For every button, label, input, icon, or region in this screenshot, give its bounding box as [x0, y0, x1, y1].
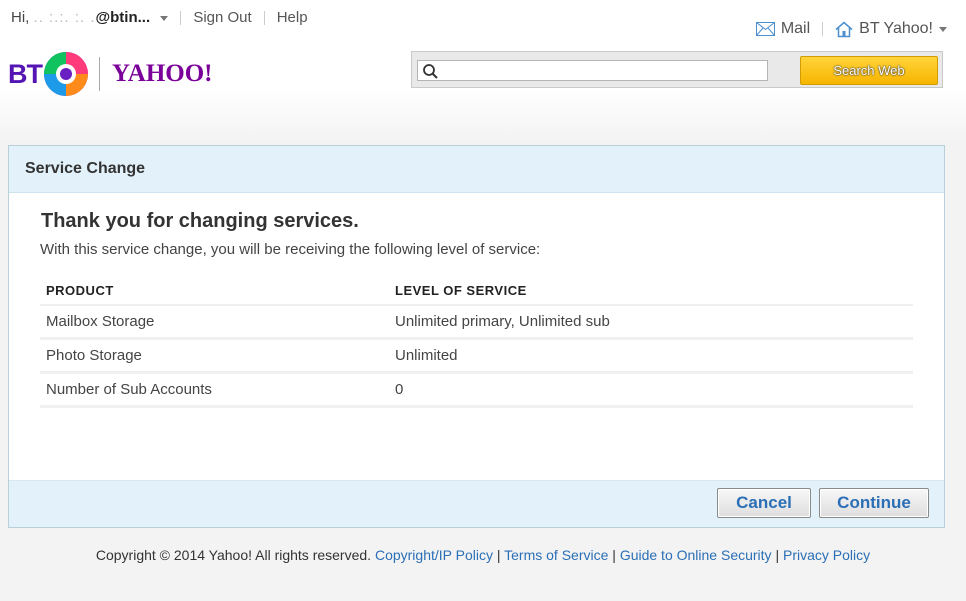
- panel-title: Thank you for changing services.: [41, 210, 359, 232]
- top-nav: Hi, .. :.:. :. .@btin... Sign Out Help: [11, 9, 308, 26]
- copyright-policy-link[interactable]: Copyright/IP Policy: [375, 547, 493, 563]
- search-icon: [423, 63, 438, 79]
- search-box[interactable]: [417, 60, 768, 81]
- privacy-policy-link[interactable]: Privacy Policy: [783, 547, 870, 563]
- user-menu[interactable]: Hi, .. :.:. :. .@btin...: [11, 9, 169, 26]
- column-header-level: LEVEL OF SERVICE: [389, 277, 913, 306]
- sign-out-link[interactable]: Sign Out: [193, 9, 251, 26]
- yahoo-logo-text: YAHOO!: [112, 60, 213, 87]
- column-header-product: PRODUCT: [40, 277, 389, 306]
- page-footer: Copyright © 2014 Yahoo! All rights reser…: [95, 547, 871, 563]
- table-row: Mailbox Storage Unlimited primary, Unlim…: [40, 305, 913, 340]
- help-link[interactable]: Help: [277, 9, 308, 26]
- right-nav: Mail BT Yahoo!: [755, 20, 947, 38]
- cancel-button[interactable]: Cancel: [717, 488, 811, 518]
- divider: [822, 22, 824, 36]
- product-cell: Mailbox Storage: [40, 305, 389, 340]
- panel-header: Service Change: [9, 146, 944, 193]
- mail-link[interactable]: Mail: [755, 20, 811, 38]
- search-input[interactable]: [442, 61, 767, 80]
- bt-globe-icon: [44, 52, 88, 96]
- greeting-text: Hi,: [11, 9, 34, 26]
- search-web-button[interactable]: Search Web: [800, 56, 938, 85]
- continue-button[interactable]: Continue: [819, 488, 929, 518]
- bt-logo-text: BT: [8, 58, 43, 89]
- terms-of-service-link[interactable]: Terms of Service: [504, 547, 608, 563]
- panel-footer: Cancel Continue: [9, 480, 944, 527]
- table-header-row: PRODUCT LEVEL OF SERVICE: [40, 277, 913, 306]
- copyright-text: Copyright © 2014 Yahoo! All rights reser…: [95, 547, 372, 563]
- chevron-down-icon: [160, 15, 169, 21]
- divider: [180, 10, 182, 25]
- mail-icon: [755, 22, 775, 36]
- mail-label: Mail: [780, 20, 811, 37]
- product-cell: Number of Sub Accounts: [40, 372, 389, 408]
- divider: [263, 10, 265, 25]
- service-table: PRODUCT LEVEL OF SERVICE Mailbox Storage…: [40, 277, 913, 408]
- home-icon: [835, 21, 853, 37]
- bt-yahoo-label: BT Yahoo!: [859, 20, 933, 37]
- product-cell: Photo Storage: [40, 338, 389, 374]
- table-row: Photo Storage Unlimited: [40, 338, 913, 374]
- online-security-guide-link[interactable]: Guide to Online Security: [620, 547, 772, 563]
- level-cell: Unlimited primary, Unlimited sub: [389, 305, 913, 340]
- username-text: @btin...: [95, 9, 151, 26]
- panel-description: With this service change, you will be re…: [40, 241, 541, 258]
- bt-yahoo-logo[interactable]: BT YAHOO!: [8, 49, 212, 99]
- chevron-down-icon: [939, 26, 947, 32]
- level-cell: 0: [389, 372, 913, 408]
- level-cell: Unlimited: [389, 338, 913, 374]
- search-bar: Search Web: [411, 51, 943, 88]
- username-redacted: .. :.:. :. .: [33, 9, 96, 26]
- bt-yahoo-menu[interactable]: BT Yahoo!: [835, 20, 947, 38]
- table-row: Number of Sub Accounts 0: [40, 372, 913, 408]
- logo-divider: [99, 57, 100, 91]
- service-change-panel: Service Change Thank you for changing se…: [8, 145, 945, 528]
